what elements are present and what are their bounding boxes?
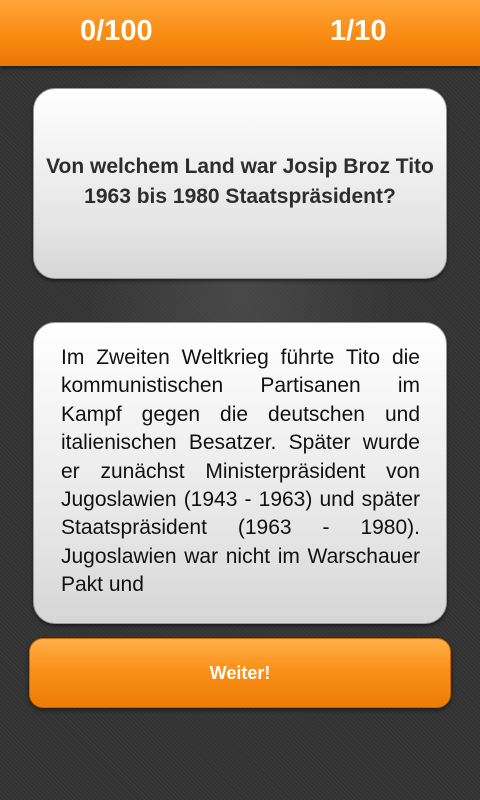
top-bar: 0/100 1/10 <box>0 0 480 66</box>
score-counter: 0/100 <box>80 15 153 47</box>
question-progress: 1/10 <box>330 15 387 47</box>
explanation-text: Im Zweiten Weltkrieg führte Tito die kom… <box>61 346 420 597</box>
next-button[interactable]: Weiter! <box>29 638 451 708</box>
question-card: Von welchem Land war Josip Broz Tito 196… <box>33 88 447 279</box>
explanation-card[interactable]: Im Zweiten Weltkrieg führte Tito die kom… <box>33 322 447 624</box>
question-text: Von welchem Land war Josip Broz Tito 196… <box>46 154 434 208</box>
